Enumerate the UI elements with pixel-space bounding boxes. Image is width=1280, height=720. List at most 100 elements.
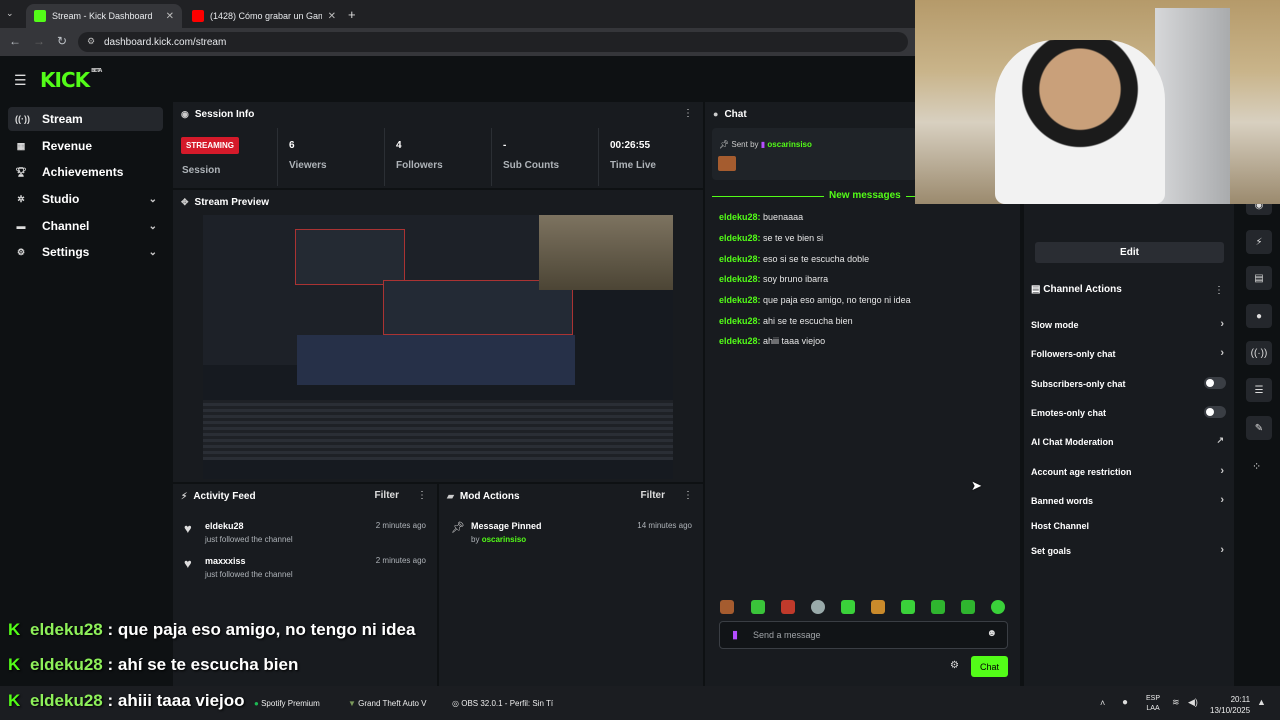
account-age-row[interactable]: Account age restriction › [1031, 465, 1226, 477]
subs-count: - [503, 140, 507, 151]
close-icon[interactable]: ✕ [166, 11, 174, 22]
back-icon[interactable]: ← [9, 34, 21, 48]
kebab-menu-icon[interactable]: ⋮ [1214, 285, 1224, 296]
menu-icon[interactable]: ☰ [14, 72, 27, 89]
emote-icon[interactable] [751, 600, 765, 614]
preview-webcam [539, 215, 673, 290]
chat-settings-icon[interactable]: ⚙ [950, 660, 959, 671]
rail-wrench-icon[interactable]: ✎ [1246, 416, 1272, 440]
notification-icon[interactable]: ▲ [1257, 697, 1266, 707]
sidebar-item-stream[interactable]: ((·)) Stream [8, 107, 163, 131]
chat-message[interactable]: eldeku28: ahi se te escucha bien [719, 316, 853, 326]
tab-kick-dashboard[interactable]: Stream - Kick Dashboard ✕ [26, 4, 182, 28]
info-icon: ◉ [181, 108, 189, 119]
emote-icon[interactable] [720, 600, 734, 614]
chat-input[interactable]: ▮ Send a message ☻ [719, 621, 1008, 649]
overlay-chat-line: Keldeku28 : ahí se te escucha bien [8, 655, 299, 674]
rail-bolt-icon[interactable]: ⚡︎ [1246, 230, 1272, 254]
tab-youtube[interactable]: (1428) Cómo grabar un Gamep ✕ [184, 4, 344, 28]
panel-header: ✥ Stream Preview [181, 196, 270, 208]
sidebar-item-revenue[interactable]: ▦ Revenue [8, 134, 163, 158]
stream-icon: ((·)) [15, 114, 30, 124]
activity-filter-button[interactable]: Filter [375, 490, 399, 501]
emote-icon[interactable] [931, 600, 945, 614]
new-messages-label[interactable]: New messages [824, 190, 906, 201]
chevron-down-icon: ⌄ [148, 193, 157, 205]
rail-stream-icon[interactable]: ((·)) [1246, 341, 1272, 365]
sidebar-item-settings[interactable]: ⚙ Settings ⌄ [8, 240, 163, 264]
rail-list-icon[interactable]: ▤ [1246, 266, 1272, 290]
mod-filter-button[interactable]: Filter [641, 490, 665, 501]
stream-preview-video[interactable] [203, 215, 673, 479]
chat-message[interactable]: eldeku28: ahiii taaa viejoo [719, 336, 825, 346]
new-tab-icon[interactable]: + [348, 7, 356, 22]
rail-chat-icon[interactable]: ● [1246, 304, 1272, 328]
chevron-down-icon: ⌄ [148, 220, 157, 232]
send-chat-button[interactable]: Chat [971, 656, 1008, 677]
emoji-icon[interactable]: ☻ [986, 628, 997, 639]
kebab-menu-icon[interactable]: ⋮ [683, 490, 693, 501]
sidebar-item-channel[interactable]: ▬ Channel ⌄ [8, 214, 163, 238]
volume-icon[interactable]: ◀︎) [1188, 697, 1198, 708]
kick-logo[interactable]: KICK BETA [40, 68, 102, 92]
emote-icon[interactable] [901, 600, 915, 614]
time-live-value: 00:26:55 [610, 140, 651, 151]
taskbar-spotify[interactable]: ● Spotify Premium [254, 699, 320, 708]
followers-only-row[interactable]: Followers-only chat › [1031, 347, 1226, 359]
subscribers-only-toggle[interactable] [1204, 377, 1226, 389]
reload-icon[interactable]: ↻ [57, 34, 67, 48]
pinned-message[interactable]: 📌︎ Sent by ▮ oscarinsiso [712, 128, 917, 180]
sidebar-item-achievements[interactable]: 🏆︎ Achievements [8, 160, 163, 184]
emote-icon[interactable] [871, 600, 885, 614]
external-link-icon: ↗ [1216, 435, 1224, 445]
emote-icon[interactable] [991, 600, 1005, 614]
taskbar-obs[interactable]: ◎ OBS 32.0.1 - Perfil: Sin Tí [452, 699, 553, 708]
emote-icon[interactable] [811, 600, 825, 614]
sidebar-item-studio[interactable]: ✲ Studio ⌄ [8, 187, 163, 211]
host-channel-row[interactable]: Host Channel [1031, 521, 1226, 531]
activity-user: eldeku28 [205, 521, 244, 531]
rail-layout-icon[interactable]: ☰ [1246, 378, 1272, 402]
edit-button[interactable]: Edit [1035, 242, 1224, 263]
mic-tray-icon[interactable]: ● [1122, 697, 1128, 708]
session-label: Session [182, 165, 221, 176]
emote-icon[interactable] [781, 600, 795, 614]
site-info-icon[interactable]: ⚙ [87, 36, 95, 47]
emote-icon[interactable] [961, 600, 975, 614]
rail-more-icon[interactable]: ⁘ [1252, 460, 1261, 473]
divider [384, 128, 385, 186]
language-indicator[interactable]: ESP LAA [1146, 694, 1160, 714]
set-goals-row[interactable]: Set goals › [1031, 544, 1226, 556]
wifi-icon[interactable]: ≋ [1172, 697, 1180, 708]
followers-count: 4 [396, 140, 402, 151]
mod-action-by: by oscarinsiso [471, 535, 527, 544]
slow-mode-row[interactable]: Slow mode › [1031, 318, 1226, 330]
trophy-icon: 🏆︎ [15, 166, 27, 177]
kebab-menu-icon[interactable]: ⋮ [683, 108, 693, 119]
chat-message[interactable]: eldeku28: se te ve bien si [719, 233, 823, 243]
taskbar-gta[interactable]: ▼ Grand Theft Auto V [348, 699, 427, 708]
tab-search-icon[interactable]: ⌄ [6, 8, 14, 19]
address-bar[interactable]: ⚙ dashboard.kick.com/stream [78, 32, 908, 52]
webcam-fridge [1155, 8, 1230, 204]
kebab-menu-icon[interactable]: ⋮ [417, 490, 427, 501]
emote-icon[interactable] [841, 600, 855, 614]
activity-time: 2 minutes ago [375, 556, 426, 565]
tray-chevron-icon[interactable]: ˄ [1100, 698, 1105, 708]
ai-moderation-row[interactable]: AI Chat Moderation ↗ [1031, 435, 1226, 447]
banned-words-row[interactable]: Banned words › [1031, 494, 1226, 506]
forward-icon[interactable]: → [33, 34, 45, 48]
close-icon[interactable]: ✕ [328, 11, 336, 22]
emotes-only-toggle[interactable] [1204, 406, 1226, 418]
chat-message[interactable]: eldeku28: soy bruno ibarra [719, 274, 828, 284]
clock[interactable]: 20:11 13/10/2025 [1210, 694, 1250, 716]
chat-message[interactable]: eldeku28: buenaaaa [719, 212, 803, 222]
preview-obs-docks [203, 400, 673, 479]
chevron-right-icon: › [1220, 347, 1224, 359]
mic-icon: ▮ [732, 629, 739, 641]
pinned-sender: 📌︎ Sent by ▮ oscarinsiso [719, 140, 812, 149]
chat-message[interactable]: eldeku28: que paja eso amigo, no tengo n… [719, 295, 911, 305]
chevron-right-icon: › [1220, 318, 1224, 330]
chat-message[interactable]: eldeku28: eso si se te escucha doble [719, 254, 869, 264]
revenue-icon: ▦ [16, 140, 26, 151]
